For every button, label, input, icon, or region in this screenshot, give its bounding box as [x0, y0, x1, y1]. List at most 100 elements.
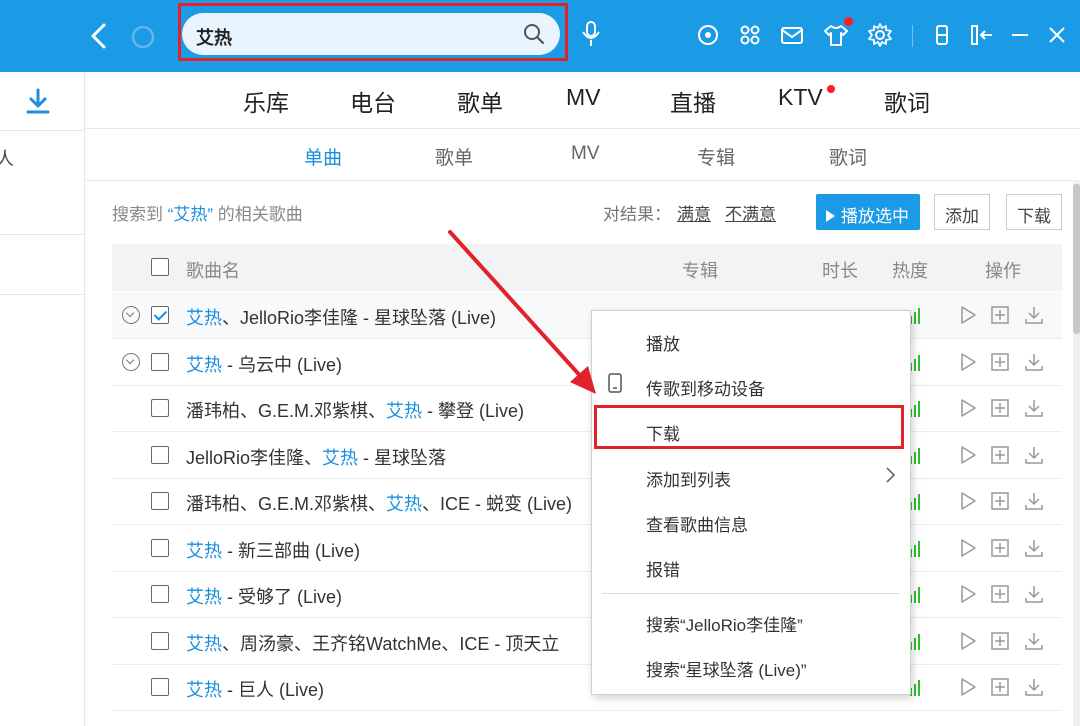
apps-icon[interactable] [736, 21, 764, 49]
download-icon[interactable] [1024, 444, 1044, 466]
song-title[interactable]: 艾热 - 乌云中 (Live) [186, 351, 342, 377]
table-row[interactable]: 艾热 - 乌云中 (Live) [112, 339, 1062, 386]
table-row[interactable]: 艾热、周汤豪、王齐铭WatchMe、ICE - 顶天立 [112, 618, 1062, 665]
refresh-icon[interactable] [128, 22, 158, 52]
collapse-icon[interactable] [968, 21, 996, 49]
menu-item-search-song[interactable]: 搜索“星球坠落 (Live)” [646, 656, 807, 681]
play-icon[interactable] [958, 676, 978, 698]
song-title[interactable]: 潘玮柏、G.E.M.邓紫棋、艾热 - 攀登 (Live) [186, 397, 524, 423]
add-button[interactable]: 添加 [934, 194, 990, 230]
table-row[interactable]: 艾热 - 新三部曲 (Live) [112, 525, 1062, 572]
play-icon[interactable] [958, 630, 978, 652]
tab-ktv[interactable]: KTV [778, 84, 823, 111]
download-icon[interactable] [1024, 537, 1044, 559]
menu-item-report-error[interactable]: 报错 [646, 556, 680, 581]
table-row[interactable]: 艾热 - 巨人 (Live) [112, 664, 1062, 711]
song-title[interactable]: JelloRio李佳隆、艾热 - 星球坠落 [186, 444, 446, 470]
row-checkbox[interactable] [151, 678, 169, 696]
feedback-unsatisfied-link[interactable]: 不满意 [725, 205, 776, 224]
play-selected-label: 播放选中 [841, 207, 909, 226]
song-title[interactable]: 艾热 - 新三部曲 (Live) [186, 537, 360, 563]
row-checkbox[interactable] [151, 352, 169, 371]
tab-mv[interactable]: MV [566, 84, 601, 111]
settings-icon[interactable] [866, 21, 894, 49]
heat-bar-icon [910, 353, 924, 371]
play-icon[interactable] [958, 444, 978, 466]
table-row[interactable]: 艾热 - 受够了 (Live) [112, 571, 1062, 618]
row-checkbox[interactable] [151, 492, 169, 510]
table-row[interactable]: 艾热、JelloRio李佳隆 - 星球坠落 (Live) [112, 292, 1062, 339]
play-icon[interactable] [958, 304, 978, 326]
radio-icon[interactable] [694, 21, 722, 49]
song-title[interactable]: 潘玮柏、G.E.M.邓紫棋、艾热、ICE - 蜕变 (Live) [186, 490, 572, 516]
menu-item-play[interactable]: 播放 [646, 330, 680, 355]
download-icon[interactable] [1024, 397, 1044, 419]
row-checkbox[interactable] [151, 585, 169, 603]
song-title[interactable]: 艾热 - 受够了 (Live) [186, 583, 342, 609]
add-icon[interactable] [990, 397, 1010, 419]
row-checkbox[interactable] [151, 538, 169, 557]
download-icon[interactable] [1024, 583, 1044, 605]
download-icon[interactable] [1024, 676, 1044, 698]
play-icon[interactable] [958, 537, 978, 559]
table-row[interactable]: 潘玮柏、G.E.M.邓紫棋、艾热 - 攀登 (Live) [112, 385, 1062, 432]
play-icon[interactable] [958, 583, 978, 605]
menu-item-send-to-device[interactable]: 传歌到移动设备 [646, 375, 765, 400]
tab-library[interactable]: 乐库 [243, 84, 289, 118]
add-icon[interactable] [990, 351, 1010, 373]
add-icon[interactable] [990, 444, 1010, 466]
feedback-satisfied-link[interactable]: 满意 [677, 205, 711, 224]
feedback-label: 对结果： [603, 205, 671, 224]
tab-lyrics[interactable]: 歌词 [884, 84, 930, 118]
minimize-icon[interactable] [1006, 21, 1034, 49]
scrollbar-thumb[interactable] [1073, 184, 1080, 334]
row-checkbox[interactable] [151, 306, 169, 324]
subtab-mv[interactable]: MV [571, 143, 600, 165]
menu-item-add-to-list[interactable]: 添加到列表 [646, 466, 731, 491]
play-selected-button[interactable]: 播放选中 [816, 194, 920, 230]
add-icon[interactable] [990, 676, 1010, 698]
download-icon[interactable] [24, 86, 52, 116]
download-icon[interactable] [1024, 351, 1044, 373]
select-all-checkbox[interactable] [151, 258, 169, 276]
table-row[interactable]: 潘玮柏、G.E.M.邓紫棋、艾热、ICE - 蜕变 (Live) [112, 478, 1062, 525]
expand-icon[interactable] [122, 306, 140, 324]
download-icon[interactable] [1024, 490, 1044, 512]
subtab-albums[interactable]: 专辑 [697, 143, 735, 170]
table-row[interactable]: JelloRio李佳隆、艾热 - 星球坠落 [112, 432, 1062, 479]
row-checkbox[interactable] [151, 399, 169, 417]
menu-item-search-artist[interactable]: 搜索“JelloRio李佳隆” [646, 611, 803, 636]
add-icon[interactable] [990, 583, 1010, 605]
back-icon[interactable] [84, 18, 114, 54]
subtab-playlists[interactable]: 歌单 [435, 143, 473, 170]
close-icon[interactable] [1043, 21, 1071, 49]
song-title[interactable]: 艾热、JelloRio李佳隆 - 星球坠落 (Live) [186, 304, 496, 330]
song-title[interactable]: 艾热 - 巨人 (Live) [186, 676, 324, 702]
play-icon[interactable] [958, 351, 978, 373]
mic-icon[interactable] [578, 19, 604, 49]
play-icon[interactable] [958, 490, 978, 512]
add-icon[interactable] [990, 304, 1010, 326]
add-icon[interactable] [990, 537, 1010, 559]
tab-radio[interactable]: 电台 [350, 84, 396, 118]
add-icon[interactable] [990, 630, 1010, 652]
row-checkbox[interactable] [151, 631, 169, 650]
download-icon[interactable] [1024, 630, 1044, 652]
subtab-songs[interactable]: 单曲 [304, 143, 342, 170]
song-title[interactable]: 艾热、周汤豪、王齐铭WatchMe、ICE - 顶天立 [186, 630, 559, 656]
notification-dot [844, 17, 853, 26]
add-icon[interactable] [990, 490, 1010, 512]
menu-item-song-info[interactable]: 查看歌曲信息 [646, 511, 748, 536]
subtab-lyrics[interactable]: 歌词 [829, 143, 867, 170]
expand-icon[interactable] [122, 352, 140, 371]
download-icon[interactable] [1024, 304, 1044, 326]
mail-icon[interactable] [778, 21, 806, 49]
tab-live[interactable]: 直播 [670, 84, 716, 118]
play-icon[interactable] [958, 397, 978, 419]
result-prefix: 搜索到 [112, 205, 163, 224]
sidebar-partial-text: 人 [0, 149, 14, 169]
tab-playlist[interactable]: 歌单 [457, 84, 503, 118]
download-button[interactable]: 下载 [1006, 194, 1062, 230]
row-checkbox[interactable] [151, 445, 169, 464]
mini-mode-icon[interactable] [928, 21, 956, 49]
